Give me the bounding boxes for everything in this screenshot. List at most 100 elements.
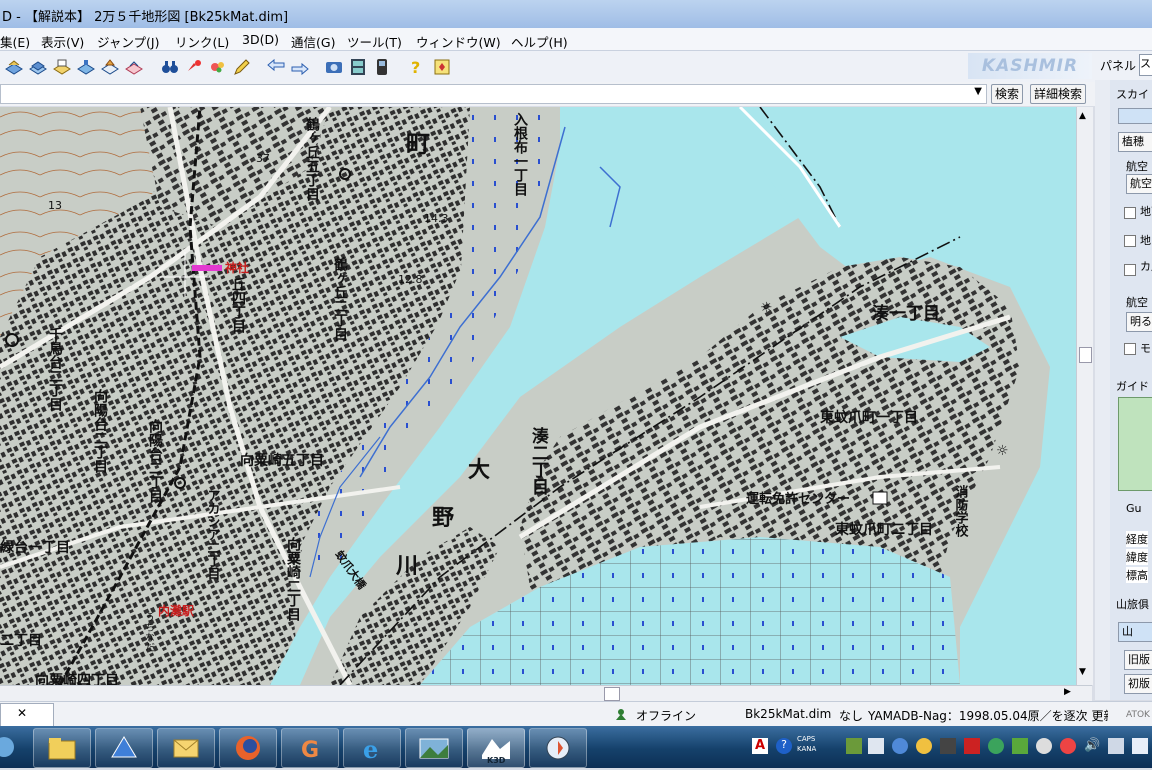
marker-icon[interactable] bbox=[184, 57, 204, 77]
layer-icon-6[interactable] bbox=[124, 57, 144, 77]
checkbox-4[interactable] bbox=[1124, 343, 1136, 355]
checkbox-1-label: 地亨 bbox=[1140, 205, 1152, 218]
search-input[interactable]: ▼ bbox=[0, 84, 987, 104]
tray-icon-g[interactable] bbox=[988, 738, 1004, 754]
checkbox-1[interactable] bbox=[1124, 207, 1136, 219]
guide-icon[interactable] bbox=[432, 57, 452, 77]
taskbar-app-2[interactable] bbox=[95, 728, 153, 768]
layer-icon-5[interactable] bbox=[100, 57, 120, 77]
menu-edit[interactable]: 集(E) bbox=[0, 32, 30, 51]
close-icon[interactable]: ✕ bbox=[17, 706, 27, 720]
network-icon[interactable] bbox=[1108, 738, 1124, 754]
toolbar: ? KASHMIR 3D bbox=[0, 51, 1095, 102]
taskbar-kashmir3d[interactable]: K3D bbox=[467, 728, 525, 768]
taskbar-g-app[interactable]: G bbox=[281, 728, 339, 768]
yama-button[interactable]: 山 bbox=[1118, 622, 1152, 642]
tray-icon-e[interactable] bbox=[940, 738, 956, 754]
gps-device-icon[interactable] bbox=[372, 57, 392, 77]
layer-icon-4[interactable] bbox=[76, 57, 96, 77]
tray-icon-i[interactable] bbox=[1036, 738, 1052, 754]
vertical-scrollbar[interactable]: ▲ ▼ bbox=[1076, 107, 1093, 685]
back-arrow-icon[interactable] bbox=[266, 57, 286, 77]
advanced-search-button[interactable]: 詳細検索 bbox=[1030, 84, 1087, 104]
tray-icon-d[interactable] bbox=[916, 738, 932, 754]
tray-help-icon[interactable]: ? bbox=[776, 738, 792, 754]
tray-icon-a[interactable] bbox=[846, 738, 862, 754]
paint-icon[interactable] bbox=[208, 57, 228, 77]
status-file: Bk25kMat.dim bbox=[745, 707, 832, 721]
svg-text:G: G bbox=[301, 738, 319, 763]
tray-icon-c[interactable] bbox=[892, 738, 908, 754]
status-none: なし bbox=[839, 709, 864, 723]
tray-icon-b[interactable] bbox=[868, 738, 884, 754]
tray-icon-f[interactable] bbox=[964, 738, 980, 754]
map-view[interactable]: ☼ ☼ 町 入根布一丁目 鶴ヶ丘五丁目 鶴ヶ丘二丁目 丘四丁目 千鳥台二丁目 向… bbox=[0, 107, 1076, 685]
label-chidoridai2: 千鳥台二丁目 bbox=[47, 326, 63, 412]
panel-button-1[interactable]: 植穂 bbox=[1118, 132, 1152, 152]
dropdown-arrow-icon[interactable]: ▼ bbox=[974, 86, 982, 97]
label-tsurugaoka5: 鶴ヶ丘五丁目 bbox=[304, 116, 320, 202]
menu-3d[interactable]: 3D(D) bbox=[242, 32, 279, 47]
topographic-map[interactable]: ☼ ☼ 町 入根布一丁目 鶴ヶ丘五丁目 鶴ヶ丘二丁目 丘四丁目 千鳥台二丁目 向… bbox=[0, 107, 1076, 685]
checkbox-2-label: 地 bbox=[1140, 234, 1151, 247]
scroll-down-icon[interactable]: ▼ bbox=[1079, 667, 1086, 677]
menu-link[interactable]: リンク(L) bbox=[175, 32, 229, 51]
guide-tab[interactable]: Gu bbox=[1126, 502, 1142, 515]
brightness-button[interactable]: 明る bbox=[1126, 312, 1152, 332]
checkbox-3-label: カ度 bbox=[1140, 260, 1152, 273]
taskbar-photo[interactable] bbox=[405, 728, 463, 768]
taskbar-app-9[interactable] bbox=[529, 728, 587, 768]
aerial-button[interactable]: 航空 bbox=[1126, 174, 1152, 194]
volume-icon[interactable]: 🔊 bbox=[1084, 738, 1100, 754]
taskbar-ie[interactable]: e bbox=[343, 728, 401, 768]
checkbox-2[interactable] bbox=[1124, 235, 1136, 247]
checkbox-3[interactable] bbox=[1124, 264, 1136, 276]
menu-jump[interactable]: ジャンプ(J) bbox=[97, 32, 159, 51]
svg-text:☼: ☼ bbox=[996, 443, 1009, 459]
scroll-up-icon[interactable]: ▲ bbox=[1079, 111, 1086, 121]
menu-help[interactable]: ヘルプ(H) bbox=[511, 32, 568, 51]
binoculars-icon[interactable] bbox=[160, 57, 180, 77]
tray-icon-j[interactable] bbox=[1060, 738, 1076, 754]
panel-splitter[interactable] bbox=[1095, 80, 1110, 700]
menu-comm[interactable]: 通信(G) bbox=[291, 32, 335, 51]
label-uchinada: うちなだ bbox=[143, 612, 155, 652]
layer-icon-2[interactable] bbox=[28, 57, 48, 77]
aerial-label-2: 航空 bbox=[1126, 296, 1148, 309]
search-button[interactable]: 検索 bbox=[991, 84, 1024, 104]
camera-icon[interactable] bbox=[324, 57, 344, 77]
start-button-icon[interactable] bbox=[0, 736, 14, 758]
sky-button[interactable] bbox=[1118, 108, 1152, 124]
scroll-right-icon[interactable]: ▶ bbox=[1064, 687, 1071, 697]
document-tab[interactable]: ✕ bbox=[0, 703, 54, 727]
label-higashi1: 東蚊爪町一丁目 bbox=[820, 409, 918, 426]
tray-icon-h[interactable] bbox=[1012, 738, 1028, 754]
guide-map-thumbnail[interactable] bbox=[1118, 397, 1152, 491]
film-icon[interactable] bbox=[348, 57, 368, 77]
panel-select[interactable]: ス bbox=[1139, 54, 1152, 76]
tray-acrobat-icon[interactable]: A bbox=[752, 738, 768, 754]
longitude-label: 経度 bbox=[1126, 531, 1148, 547]
label-elev-37: 37 bbox=[256, 152, 270, 165]
menu-window[interactable]: ウィンドウ(W) bbox=[416, 32, 501, 51]
layer-icon-3[interactable] bbox=[52, 57, 72, 77]
layer-icon-1[interactable] bbox=[4, 57, 24, 77]
taskbar-explorer[interactable] bbox=[33, 728, 91, 768]
label-tsurugaoka2: 鶴ヶ丘二丁目 bbox=[332, 256, 348, 342]
first-edition-button[interactable]: 初版 bbox=[1124, 674, 1152, 694]
horizontal-scroll-thumb[interactable] bbox=[604, 687, 620, 701]
pencil-icon[interactable] bbox=[232, 57, 252, 77]
taskbar-mail[interactable] bbox=[157, 728, 215, 768]
label-ono-no: 野 bbox=[432, 505, 454, 531]
forward-arrow-icon[interactable] bbox=[290, 57, 310, 77]
taskbar-firefox[interactable] bbox=[219, 728, 277, 768]
menu-view[interactable]: 表示(V) bbox=[41, 32, 84, 51]
tray-icon-k[interactable] bbox=[1132, 738, 1148, 754]
label-chome2: 二丁目 bbox=[0, 633, 42, 649]
old-edition-button[interactable]: 旧版 bbox=[1124, 650, 1152, 670]
horizontal-scrollbar[interactable]: ▶ bbox=[0, 685, 1092, 702]
tray-ime-status: CAPS KANA bbox=[797, 734, 816, 754]
menu-tools[interactable]: ツール(T) bbox=[347, 32, 402, 51]
vertical-scroll-thumb[interactable] bbox=[1079, 347, 1092, 363]
help-icon[interactable]: ? bbox=[406, 57, 426, 77]
